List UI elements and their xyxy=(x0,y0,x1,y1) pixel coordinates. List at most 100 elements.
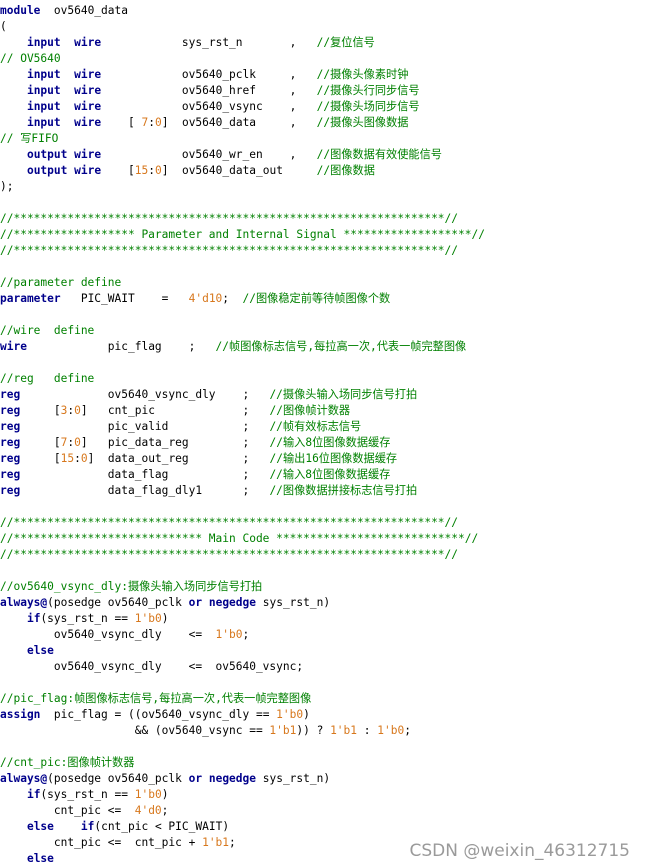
code-token: ] ov5640_data , xyxy=(161,116,317,129)
keyword-token: if xyxy=(26,788,41,801)
comment-token: //pic_flag:帧图像标志信号,每拉高一次,代表一帧完整图像 xyxy=(0,692,312,705)
code-token: [ xyxy=(101,116,142,129)
comment-token: //摄像头场同步信号 xyxy=(316,100,420,113)
code-token: [ xyxy=(20,452,61,465)
comment-token: //摄像头图像数据 xyxy=(316,116,409,129)
code-line: input wire [ 7:0] ov5640_data , //摄像头图像数… xyxy=(0,115,646,131)
code-line: reg data_flag ; //输入8位图像数据缓存 xyxy=(0,467,646,483)
code-token: ] cnt_pic ; xyxy=(80,404,270,417)
comment-token: //摄像头行同步信号 xyxy=(316,84,420,97)
code-token: cnt_pic <= cnt_pic + xyxy=(0,836,203,849)
keyword-token: input xyxy=(26,36,61,49)
keyword-token: reg xyxy=(0,484,21,497)
code-token: )) ? xyxy=(296,724,331,737)
code-line: //**************************************… xyxy=(0,515,646,531)
code-line: else if(cnt_pic < PIC_WAIT) xyxy=(0,819,646,835)
comment-token: //ov5640_vsync_dly:摄像头输入场同步信号打拍 xyxy=(0,580,263,593)
number-token: 0 xyxy=(74,404,81,417)
code-token: : xyxy=(357,724,378,737)
number-token: 1'b0 xyxy=(276,708,304,721)
code-line: //pic_flag:帧图像标志信号,每拉高一次,代表一帧完整图像 xyxy=(0,691,646,707)
keyword-token: module xyxy=(0,4,41,17)
number-token: 1'b0 xyxy=(215,628,243,641)
keyword-token: input xyxy=(26,84,61,97)
code-line: else xyxy=(0,643,646,659)
keyword-token: always@ xyxy=(0,772,48,785)
code-token: [ xyxy=(101,164,135,177)
comment-token: //**************************************… xyxy=(0,212,459,225)
code-line: //**************************************… xyxy=(0,547,646,563)
code-token: pic_valid ; xyxy=(20,420,270,433)
code-line: //reg define xyxy=(0,371,646,387)
code-line: ( xyxy=(0,19,646,35)
code-token: ov5640_vsync_dly <= xyxy=(0,628,216,641)
number-token: 1'b1 xyxy=(330,724,358,737)
comment-token: // 写FIFO xyxy=(0,132,59,145)
code-line: ov5640_vsync_dly <= 1'b0; xyxy=(0,627,646,643)
code-line: reg data_flag_dly1 ; //图像数据拼接标志信号打拍 xyxy=(0,483,646,499)
keyword-token: assign xyxy=(0,708,41,721)
code-token: ov5640_vsync , xyxy=(101,100,317,113)
code-line: // 写FIFO xyxy=(0,131,646,147)
number-token: 0 xyxy=(80,452,88,465)
code-token: ov5640_pclk , xyxy=(101,68,317,81)
keyword-token: wire xyxy=(0,340,27,353)
code-token: : xyxy=(148,116,155,129)
code-line: reg pic_valid ; //帧有效标志信号 xyxy=(0,419,646,435)
keyword-token: input xyxy=(26,100,61,113)
comment-token: //图像数据有效使能信号 xyxy=(316,148,442,161)
comment-token: //**************************** Main Code… xyxy=(0,532,479,545)
code-line: input wire ov5640_pclk , //摄像头像素时钟 xyxy=(0,67,646,83)
code-token: ; xyxy=(229,836,236,849)
code-line: reg [15:0] data_out_reg ; //输出16位图像数据缓存 xyxy=(0,451,646,467)
code-line: if(sys_rst_n == 1'b0) xyxy=(0,611,646,627)
comment-token: //帧有效标志信号 xyxy=(269,420,362,433)
number-token: 0 xyxy=(74,436,81,449)
number-token: 0 xyxy=(155,116,162,129)
keyword-token: reg xyxy=(0,452,21,465)
keyword-token: wire xyxy=(74,68,102,81)
code-token: ov5640_data xyxy=(40,4,128,17)
comment-token: //cnt_pic:图像帧计数器 xyxy=(0,756,135,769)
code-line: wire pic_flag ; //帧图像标志信号,每拉高一次,代表一帧完整图像 xyxy=(0,339,646,355)
code-token: : xyxy=(74,452,81,465)
number-token: 1'b1 xyxy=(269,724,297,737)
code-token: pic_flag = ((ov5640_vsync_dly == xyxy=(40,708,277,721)
keyword-token: if xyxy=(26,612,41,625)
code-token: ov5640_vsync_dly ; xyxy=(20,388,270,401)
code-line: module ov5640_data xyxy=(0,3,646,19)
comment-token: //parameter define xyxy=(0,276,122,289)
keyword-token: else xyxy=(26,852,54,865)
keyword-token: wire xyxy=(74,148,102,161)
code-token: data_flag ; xyxy=(20,468,270,481)
keyword-token: always@ xyxy=(0,596,48,609)
code-token: ) xyxy=(303,708,310,721)
comment-token: //**************************************… xyxy=(0,548,459,561)
code-line: //**************************************… xyxy=(0,211,646,227)
comment-token: //图像数据 xyxy=(316,164,375,177)
code-line: parameter PIC_WAIT = 4'd10; //图像稳定前等待帧图像… xyxy=(0,291,646,307)
number-token: 4'd0 xyxy=(134,804,162,817)
comment-token: //图像稳定前等待帧图像个数 xyxy=(242,292,391,305)
keyword-token: parameter xyxy=(0,292,61,305)
number-token: 15 xyxy=(134,164,149,177)
comment-token: //wire define xyxy=(0,324,95,337)
code-token: ov5640_wr_en , xyxy=(101,148,317,161)
code-token: ; xyxy=(161,804,169,817)
comment-token: //复位信号 xyxy=(316,36,375,49)
code-token: data_flag_dly1 ; xyxy=(20,484,270,497)
code-line: // OV5640 xyxy=(0,51,646,67)
code-line: reg [3:0] cnt_pic ; //图像帧计数器 xyxy=(0,403,646,419)
code-token: ov5640_vsync_dly <= ov5640_vsync; xyxy=(0,660,304,673)
keyword-token: wire xyxy=(74,164,102,177)
keyword-token: reg xyxy=(0,404,21,417)
code-token: cnt_pic <= xyxy=(0,804,135,817)
